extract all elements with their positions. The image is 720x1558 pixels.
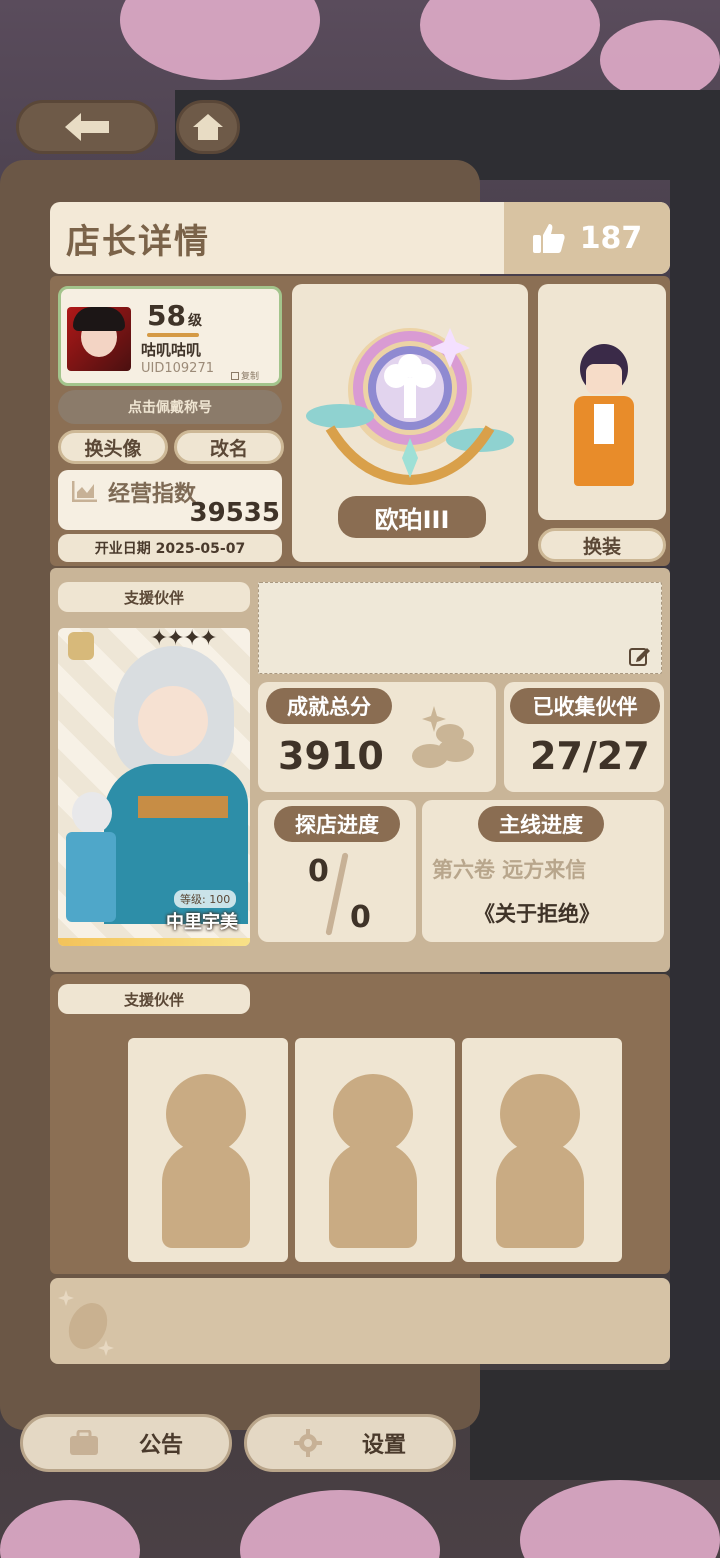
change-outfit-label: 换装 — [582, 535, 621, 558]
notice-icon — [69, 1430, 98, 1455]
support-slot-1[interactable] — [128, 1038, 288, 1262]
rank-panel: 欧珀III — [292, 284, 528, 562]
partner-chibi-sprite — [62, 792, 122, 932]
back-arrow-icon — [65, 113, 109, 141]
level-underline — [147, 333, 199, 337]
collected-label: 已收集伙伴 — [510, 688, 660, 724]
rank-label: 欧珀III — [338, 496, 486, 538]
support-slot-2[interactable] — [295, 1038, 455, 1262]
partner-level-badge: 等级: 100 — [174, 890, 237, 908]
collected-value: 27/27 — [530, 734, 650, 778]
achievement-panel: 成就总分 3910 — [258, 682, 496, 792]
player-level: 58 — [147, 299, 186, 332]
notice-label: 公告 — [138, 1433, 183, 1458]
change-avatar-label: 换头像 — [84, 437, 142, 460]
equip-title-button[interactable]: 点击佩戴称号 — [58, 390, 282, 424]
support-partner-section: 支援伙伴 ✦✦✦✦ 等级: 100 中里宇美 成就总分 3910 已收集伙伴 2… — [50, 568, 670, 972]
story-label-text: 主线进度 — [499, 813, 583, 837]
explore-current: 0 — [308, 854, 329, 889]
rename-label: 改名 — [209, 437, 248, 460]
story-panel: 主线进度 第六卷 远方来信 《关于拒绝》 — [422, 800, 664, 942]
business-index-label: 经营指数 — [108, 482, 197, 507]
gear-icon — [293, 1429, 322, 1457]
change-outfit-button[interactable]: 换装 — [538, 528, 666, 562]
explore-total: 0 — [350, 900, 371, 935]
open-date: 开业日期 2025-05-07 — [58, 534, 282, 562]
support-partner-label-text: 支援伙伴 — [123, 588, 184, 607]
outfit-panel — [538, 284, 666, 520]
page-title: 店长详情 — [66, 222, 210, 262]
support-slots-label-text: 支援伙伴 — [123, 990, 184, 1009]
notice-button[interactable]: 公告 — [20, 1414, 232, 1472]
element-icon — [68, 632, 94, 660]
achievement-value: 3910 — [278, 734, 384, 778]
support-partner-label: 支援伙伴 — [58, 582, 250, 612]
placeholder-body-icon — [496, 1142, 584, 1248]
avatar[interactable] — [67, 307, 131, 371]
story-label: 主线进度 — [478, 806, 604, 842]
back-button[interactable] — [16, 100, 158, 154]
collected-label-text: 已收集伙伴 — [532, 695, 638, 719]
coffee-beans-icon — [412, 706, 474, 768]
edit-icon[interactable] — [629, 645, 651, 667]
home-icon — [193, 114, 223, 140]
character-sprite — [568, 344, 638, 494]
rank-badge-icon — [306, 328, 514, 486]
profile-card: 58 级 咕叽咕叽 UID109271 复制 — [58, 286, 282, 386]
rename-button[interactable]: 改名 — [174, 430, 284, 464]
support-partner-card[interactable]: ✦✦✦✦ 等级: 100 中里宇美 — [58, 628, 250, 946]
player-uid: UID109271 — [141, 361, 214, 376]
partner-name: 中里宇美 — [166, 912, 238, 933]
change-avatar-button[interactable]: 换头像 — [58, 430, 168, 464]
achievement-label-text: 成就总分 — [287, 695, 371, 719]
player-name: 咕叽咕叽 — [141, 341, 202, 359]
copy-icon — [231, 371, 239, 380]
support-slots-label: 支援伙伴 — [58, 984, 250, 1014]
chart-icon — [72, 481, 97, 502]
story-title: 《关于拒绝》 — [474, 902, 600, 926]
equip-title-label: 点击佩戴称号 — [128, 400, 212, 416]
explore-panel: 探店进度 0 0 — [258, 800, 416, 942]
settings-label: 设置 — [361, 1433, 406, 1458]
achievement-label: 成就总分 — [266, 688, 392, 724]
home-button[interactable] — [176, 100, 240, 154]
message-box[interactable] — [258, 582, 662, 674]
support-slot-3[interactable] — [462, 1038, 622, 1262]
business-index-value: 39535 — [189, 498, 280, 528]
business-index-panel: 经营指数 39535 — [58, 470, 282, 530]
collected-panel: 已收集伙伴 27/27 — [504, 682, 664, 792]
like-count: 187 — [579, 220, 643, 256]
copy-uid-button[interactable]: 复制 — [231, 369, 259, 382]
copy-label: 复制 — [241, 372, 260, 382]
settings-button[interactable]: 设置 — [244, 1414, 456, 1472]
explore-label: 探店进度 — [274, 806, 400, 842]
placeholder-body-icon — [329, 1142, 417, 1248]
bottom-strip — [50, 1278, 670, 1364]
thumbs-up-icon — [532, 224, 565, 253]
level-suffix: 级 — [187, 313, 202, 329]
partner-level: 等级: 100 — [180, 893, 231, 906]
open-date-text: 开业日期 2025-05-07 — [94, 541, 246, 557]
like-button[interactable]: 187 — [504, 202, 670, 274]
explore-label-text: 探店进度 — [295, 813, 379, 837]
rank-label-text: 欧珀III — [374, 505, 450, 534]
placeholder-body-icon — [162, 1142, 250, 1248]
story-chapter: 第六卷 远方来信 — [432, 858, 587, 882]
title-bar: 店长详情 187 — [50, 202, 670, 274]
profile-section: 58 级 咕叽咕叽 UID109271 复制 点击佩戴称号 换头像 改名 经营指… — [50, 276, 670, 566]
coffee-bean-icon — [58, 1290, 114, 1356]
